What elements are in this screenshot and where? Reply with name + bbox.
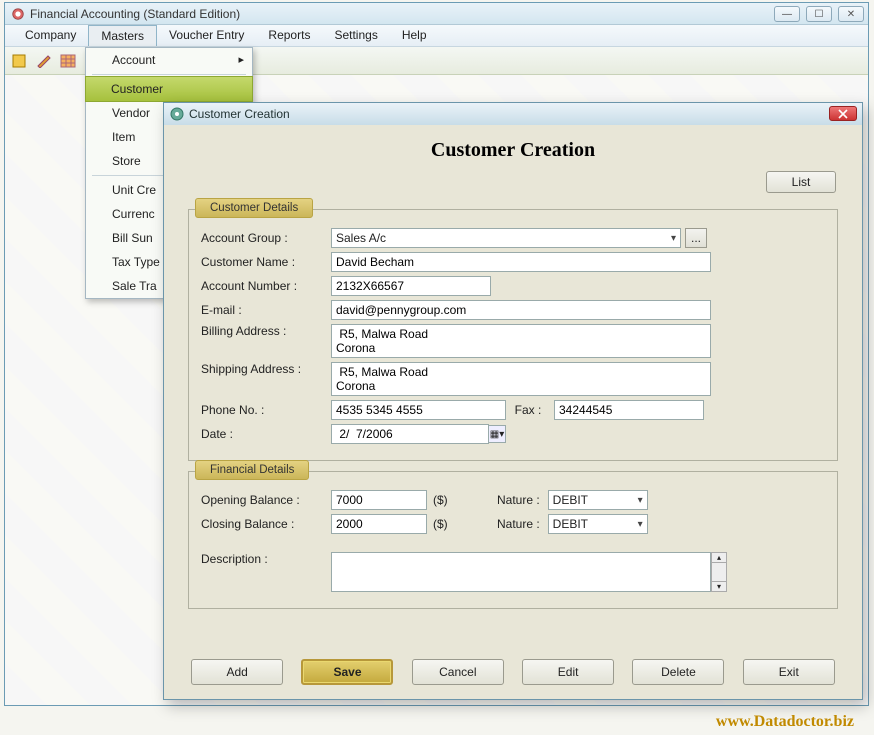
shipping-address-label: Shipping Address : (201, 362, 331, 376)
customer-details-fieldset: Customer Details Account Group : Sales A… (188, 209, 838, 461)
financial-details-legend: Financial Details (195, 460, 309, 480)
titlebar: Financial Accounting (Standard Edition) … (5, 3, 868, 25)
toolbar-new-icon[interactable] (9, 51, 31, 71)
account-group-select[interactable]: Sales A/c ▾ (331, 228, 681, 248)
closing-nature-value: DEBIT (553, 517, 588, 531)
window-controls: — ☐ ✕ (774, 6, 864, 22)
app-title: Financial Accounting (Standard Edition) (30, 7, 240, 21)
customer-name-input[interactable] (331, 252, 711, 272)
toolbar-edit-icon[interactable] (33, 51, 55, 71)
account-group-browse-button[interactable]: ... (685, 228, 707, 248)
customer-creation-modal: Customer Creation Customer Creation List… (163, 102, 863, 700)
exit-button[interactable]: Exit (743, 659, 835, 685)
opening-balance-label: Opening Balance : (201, 493, 331, 507)
fax-input[interactable] (554, 400, 704, 420)
maximize-button[interactable]: ☐ (806, 6, 832, 22)
billing-address-label: Billing Address : (201, 324, 331, 338)
description-label: Description : (201, 552, 331, 566)
fax-label: Fax : (506, 403, 554, 417)
list-button[interactable]: List (766, 171, 836, 193)
close-button[interactable]: ✕ (838, 6, 864, 22)
date-input[interactable] (331, 424, 489, 444)
chevron-down-icon: ▾ (632, 495, 643, 506)
opening-nature-select[interactable]: DEBIT ▾ (548, 490, 648, 510)
currency-label-2: ($) (433, 517, 448, 531)
modal-titlebar: Customer Creation (164, 103, 862, 125)
customer-name-label: Customer Name : (201, 255, 331, 269)
email-input[interactable] (331, 300, 711, 320)
email-label: E-mail : (201, 303, 331, 317)
nature-label-2: Nature : (478, 517, 548, 531)
account-number-input[interactable] (331, 276, 491, 296)
edit-button[interactable]: Edit (522, 659, 614, 685)
menu-help[interactable]: Help (390, 25, 439, 46)
modal-icon (170, 107, 184, 121)
menu-customer[interactable]: Customer (85, 76, 253, 102)
menu-masters[interactable]: Masters (88, 25, 157, 46)
scroll-down-icon[interactable]: ▾ (711, 581, 727, 592)
modal-body: List Customer Details Account Group : Sa… (164, 165, 862, 643)
scroll-track[interactable] (711, 563, 727, 581)
close-icon (838, 109, 848, 119)
scroll-up-icon[interactable]: ▴ (711, 552, 727, 563)
date-label: Date : (201, 427, 331, 441)
customer-details-legend: Customer Details (195, 198, 313, 218)
toolbar-grid-icon[interactable] (57, 51, 79, 71)
date-picker[interactable]: ▦▾ (331, 424, 506, 444)
menubar: Company Masters Voucher Entry Reports Se… (5, 25, 868, 47)
menu-account[interactable]: Account (86, 48, 252, 72)
delete-button[interactable]: Delete (632, 659, 724, 685)
cancel-button[interactable]: Cancel (412, 659, 504, 685)
closing-nature-select[interactable]: DEBIT ▾ (548, 514, 648, 534)
app-window: Financial Accounting (Standard Edition) … (4, 2, 869, 706)
shipping-address-input[interactable] (331, 362, 711, 396)
financial-details-fieldset: Financial Details Opening Balance : ($) … (188, 471, 838, 609)
opening-balance-input[interactable] (331, 490, 427, 510)
add-button[interactable]: Add (191, 659, 283, 685)
minimize-button[interactable]: — (774, 6, 800, 22)
phone-input[interactable] (331, 400, 506, 420)
modal-close-button[interactable] (829, 106, 857, 121)
closing-balance-input[interactable] (331, 514, 427, 534)
nature-label-1: Nature : (478, 493, 548, 507)
save-button[interactable]: Save (301, 659, 393, 685)
opening-nature-value: DEBIT (553, 493, 588, 507)
menu-company[interactable]: Company (13, 25, 88, 46)
app-icon (11, 7, 25, 21)
currency-label-1: ($) (433, 493, 448, 507)
description-scrollbar[interactable]: ▴ ▾ (711, 552, 727, 592)
menu-voucher-entry[interactable]: Voucher Entry (157, 25, 256, 46)
menu-separator (92, 74, 246, 75)
menu-reports[interactable]: Reports (256, 25, 322, 46)
account-group-label: Account Group : (201, 231, 331, 245)
modal-title: Customer Creation (189, 107, 290, 121)
modal-button-row: Add Save Cancel Edit Delete Exit (164, 659, 862, 685)
watermark: www.Datadoctor.biz (716, 713, 854, 731)
calendar-icon[interactable]: ▦▾ (488, 425, 506, 443)
chevron-down-icon: ▾ (665, 233, 676, 244)
description-input[interactable] (331, 552, 711, 592)
account-group-value: Sales A/c (336, 231, 386, 245)
account-number-label: Account Number : (201, 279, 331, 293)
closing-balance-label: Closing Balance : (201, 517, 331, 531)
chevron-down-icon: ▾ (632, 519, 643, 530)
phone-label: Phone No. : (201, 403, 331, 417)
menu-settings[interactable]: Settings (322, 25, 389, 46)
billing-address-input[interactable] (331, 324, 711, 358)
